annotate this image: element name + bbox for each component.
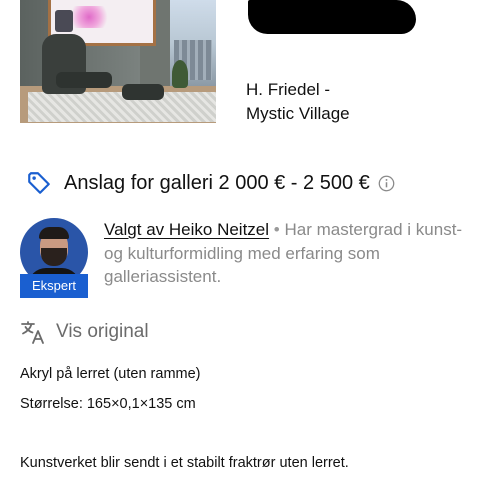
expert-name-link[interactable]: Valgt av Heiko Neitzel [104, 220, 269, 239]
estimate-text: Anslag for galleri 2 000 € - 2 500 € [64, 171, 370, 194]
artwork-artist: H. Friedel - [246, 80, 331, 99]
expert-separator: • [273, 220, 280, 239]
image-chair-seat [56, 72, 112, 88]
artwork-title[interactable]: H. Friedel - Mystic Village [246, 78, 350, 126]
expert-description: Valgt av Heiko Neitzel • Har mastergrad … [104, 218, 464, 289]
translate-icon [21, 321, 44, 344]
description-size: Størrelse: 165×0,1×135 cm [20, 396, 196, 412]
tag-icon [28, 172, 50, 194]
avatar-hair [39, 227, 69, 239]
translate-toggle[interactable]: Vis original [20, 318, 149, 346]
description-shipping: Kunstverket blir sendt i et stabilt frak… [20, 455, 349, 471]
expert-avatar-block[interactable]: Ekspert [20, 218, 88, 300]
redacted-area [248, 0, 416, 34]
artwork-image[interactable] [20, 0, 216, 123]
image-plant [172, 60, 188, 88]
expert-badge: Ekspert [20, 274, 88, 298]
artwork-name: Mystic Village [246, 104, 350, 123]
avatar-beard [41, 248, 67, 266]
description-medium: Akryl på lerret (uten ramme) [20, 366, 201, 382]
gallery-estimate: Anslag for galleri 2 000 € - 2 500 € [26, 168, 395, 198]
image-ottoman [122, 84, 164, 100]
info-icon[interactable] [378, 175, 395, 192]
translate-label: Vis original [56, 321, 149, 342]
